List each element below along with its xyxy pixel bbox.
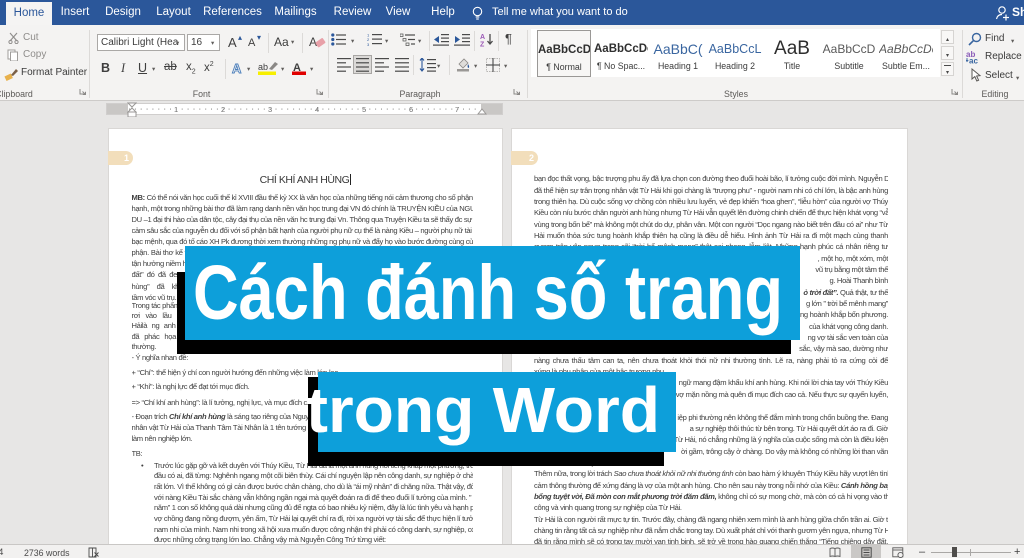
svg-text:ab: ab <box>258 62 268 72</box>
svg-text:A: A <box>309 35 317 49</box>
svg-text:ac: ac <box>969 57 978 65</box>
svg-text:Z: Z <box>480 42 485 48</box>
svg-text:A: A <box>232 61 242 75</box>
svg-text:A: A <box>480 34 485 41</box>
svg-text:3: 3 <box>367 42 370 46</box>
